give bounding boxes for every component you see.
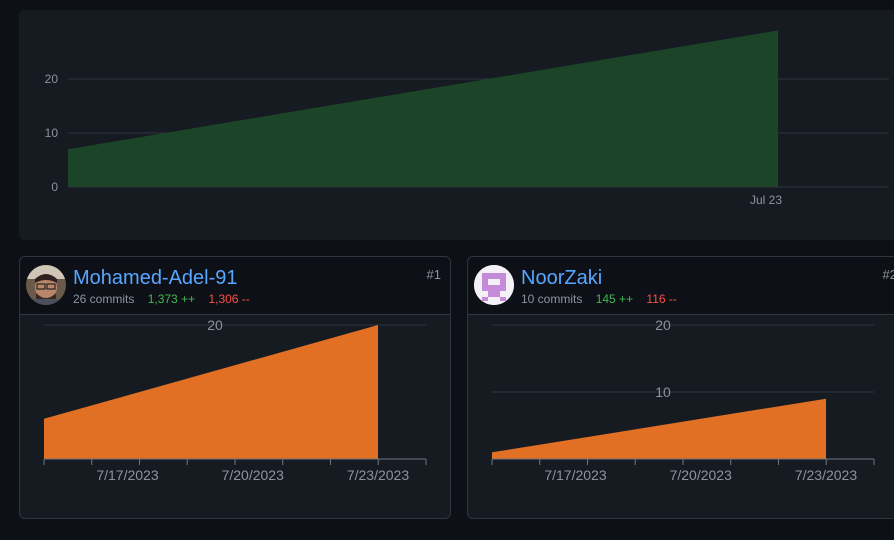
- contributor-chart-1: 20 7/17/2023 7/20/2023 7/23/2023: [43, 317, 427, 483]
- overview-chart-panel: 0 10 20 Jul 23: [19, 10, 894, 240]
- contributor-name-link[interactable]: NoorZaki: [521, 267, 602, 290]
- contributor-rank: #1: [426, 267, 441, 282]
- series-area: [68, 30, 778, 188]
- avatar[interactable]: [474, 265, 514, 305]
- avatar[interactable]: [26, 265, 66, 305]
- contributor-stats: 26 commits 1,373 ++ 1,306 --: [73, 292, 250, 306]
- contributor-card-header: NoorZaki 10 commits 145 ++ 116 -- #2: [468, 257, 894, 315]
- x-tick-label: 7/23/2023: [347, 467, 409, 483]
- overview-chart: 0 10 20 Jul 23: [45, 30, 889, 207]
- contributor-name-link[interactable]: Mohamed-Adel-91: [73, 267, 238, 290]
- y-tick-label: 10: [45, 126, 59, 140]
- deletions-count: 1,306 --: [208, 292, 250, 306]
- y-tick-label: 20: [655, 317, 671, 333]
- contributor-card-1: Mohamed-Adel-91 26 commits 1,373 ++ 1,30…: [19, 256, 451, 519]
- commits-count-link[interactable]: 26 commits: [73, 292, 134, 306]
- series-area: [492, 398, 826, 459]
- y-tick-label: 10: [655, 384, 671, 400]
- commits-count-link[interactable]: 10 commits: [521, 292, 582, 306]
- series-area: [44, 325, 378, 459]
- x-tick-label: 7/23/2023: [795, 467, 857, 483]
- y-tick-label: 20: [207, 317, 223, 333]
- additions-count: 1,373 ++: [147, 292, 196, 306]
- x-tick-label: 7/20/2023: [670, 467, 732, 483]
- x-tick-label: 7/17/2023: [544, 467, 606, 483]
- contributor-rank: #2: [882, 267, 894, 282]
- x-tick-label: 7/20/2023: [222, 467, 284, 483]
- contributor-card-header: Mohamed-Adel-91 26 commits 1,373 ++ 1,30…: [20, 257, 450, 315]
- y-tick-label: 20: [45, 72, 59, 86]
- y-tick-label: 0: [51, 180, 58, 194]
- deletions-count: 116 --: [646, 292, 677, 306]
- contributor-stats: 10 commits 145 ++ 116 --: [521, 292, 677, 306]
- x-tick-label: Jul 23: [750, 193, 782, 207]
- contributor-card-2: NoorZaki 10 commits 145 ++ 116 -- #2 10 2…: [467, 256, 894, 519]
- x-tick-label: 7/17/2023: [96, 467, 158, 483]
- contributor-chart-2: 10 20 7/17/2023 7/20/2023 7/23/2023: [491, 317, 875, 483]
- additions-count: 145 ++: [595, 292, 634, 306]
